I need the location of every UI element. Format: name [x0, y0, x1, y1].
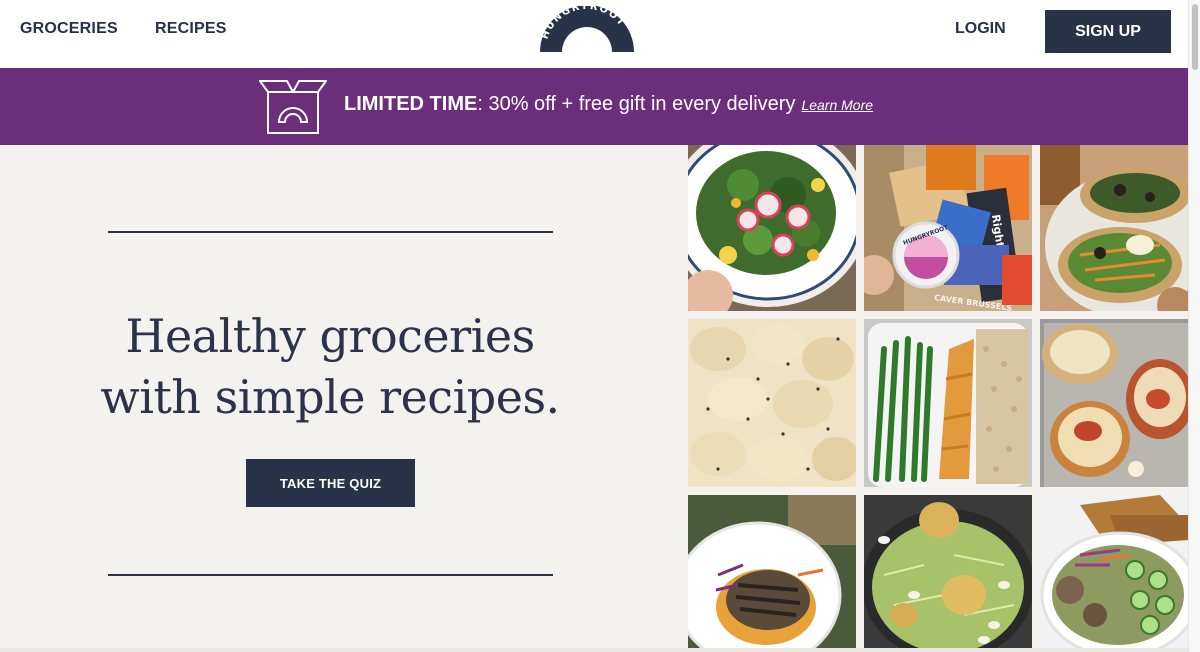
potato-salad-bowl-photo — [864, 495, 1032, 648]
hungryroot-logo[interactable]: HUNGRYROOT — [536, 1, 638, 58]
learn-more-link[interactable]: Learn More — [801, 97, 873, 113]
box-icon — [258, 78, 328, 136]
stuffed-peppers-photo — [1040, 319, 1200, 487]
grilled-patty-plate-photo — [688, 495, 856, 648]
hero-headline: Healthy groceries with simple recipes. — [80, 306, 580, 428]
horizontal-scrollbar[interactable] — [0, 648, 1188, 652]
radish-salad-photo — [688, 145, 856, 311]
grocery-haul-photo: RightRice HUNGRYROOT CAVER BRUSSELS — [864, 145, 1032, 311]
headline-line-1: Healthy groceries — [125, 309, 535, 363]
sign-up-button[interactable]: SIGN UP — [1045, 10, 1171, 53]
salmon-green-beans-photo — [864, 319, 1032, 487]
crackers-salad-bowl-photo — [1040, 495, 1200, 648]
creamy-pasta-photo — [688, 319, 856, 487]
hero-divider-top — [108, 231, 553, 233]
promo-message: LIMITED TIME: 30% off + free gift in eve… — [344, 93, 873, 116]
page-scrollbar[interactable] — [1188, 0, 1200, 652]
promo-bold-text: LIMITED TIME — [344, 93, 478, 115]
nav-recipes-link[interactable]: RECIPES — [155, 20, 227, 38]
scrollbar-thumb[interactable] — [1192, 4, 1198, 70]
tostadas-photo — [1040, 145, 1200, 311]
headline-line-2: with simple recipes. — [100, 370, 560, 424]
take-the-quiz-button[interactable]: TAKE THE QUIZ — [246, 459, 415, 507]
hero-divider-bottom — [108, 574, 553, 576]
login-link[interactable]: LOGIN — [955, 20, 1006, 38]
top-nav: GROCERIES RECIPES HUNGRYROOT LOGIN SIGN … — [0, 0, 1188, 68]
promo-offer-text: : 30% off + free gift in every delivery — [477, 93, 796, 115]
nav-groceries-link[interactable]: GROCERIES — [20, 20, 118, 38]
